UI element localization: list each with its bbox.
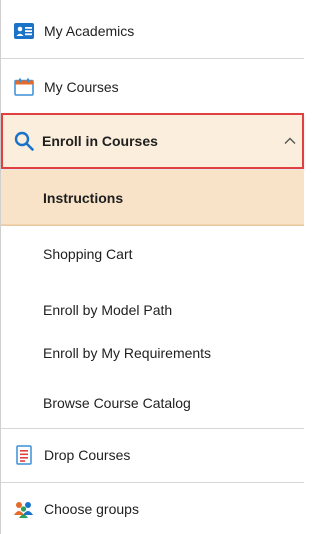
drop-document-icon [13,444,35,466]
subnav-item-browse-course-catalog[interactable]: Browse Course Catalog [1,375,304,431]
sidebar-nav: My Academics My Courses Enroll in Course… [0,0,304,534]
nav-item-choose-groups[interactable]: Choose groups [1,483,304,534]
subnav-item-label: Enroll by Model Path [43,302,173,318]
subnav-item-instructions[interactable]: Instructions [1,170,304,226]
subnav-item-shopping-cart[interactable]: Shopping Cart [1,226,304,282]
people-group-icon [13,498,35,520]
nav-item-my-academics[interactable]: My Academics [1,3,304,59]
subnav-item-label: Browse Course Catalog [43,395,191,411]
nav-item-enroll-in-courses[interactable]: Enroll in Courses [1,113,304,169]
nav-item-my-courses[interactable]: My Courses [1,59,304,115]
nav-item-label: My Academics [44,23,135,39]
nav-item-label: My Courses [44,79,119,95]
subnav-item-label: Shopping Cart [43,246,133,262]
academics-card-icon [13,20,35,42]
calendar-icon [13,76,35,98]
subnav-item-label: Enroll by My Requirements [43,345,212,361]
nav-item-drop-courses[interactable]: Drop Courses [1,429,304,481]
subnav-item-enroll-by-my-requirements[interactable]: Enroll by My Requirements [1,325,304,381]
nav-item-label: Enroll in Courses [42,133,158,149]
subnav-item-label: Instructions [43,189,124,206]
nav-item-label: Drop Courses [44,447,131,463]
chevron-up-icon[interactable] [282,133,298,149]
nav-item-label: Choose groups [44,500,139,517]
search-icon [13,130,35,152]
